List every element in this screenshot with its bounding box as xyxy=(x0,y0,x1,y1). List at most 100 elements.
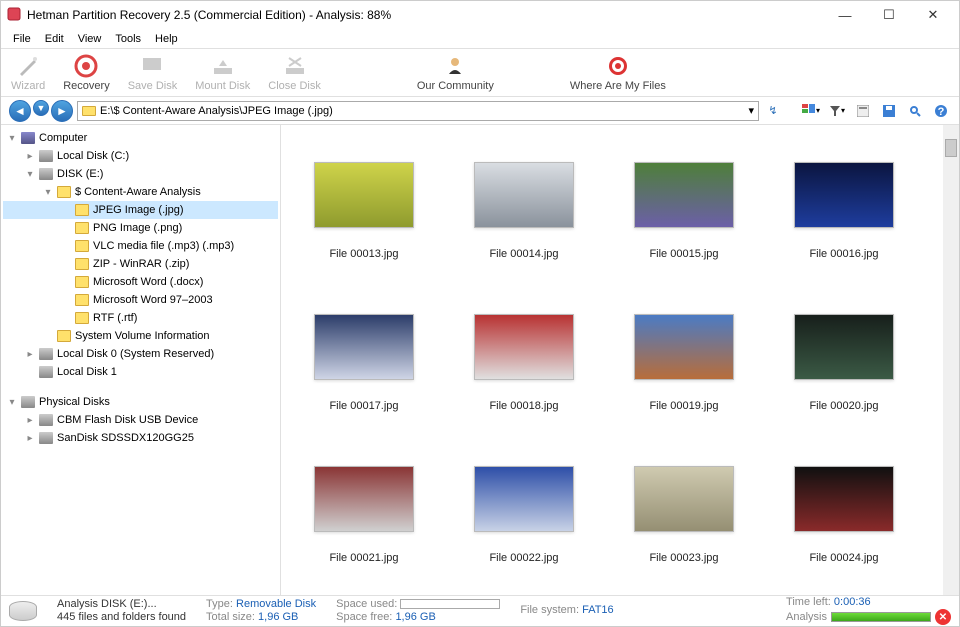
refresh-button[interactable]: ↯ xyxy=(763,101,783,121)
tree-label: Computer xyxy=(39,132,87,144)
toolbar-where-are-my-files[interactable]: Where Are My Files xyxy=(570,54,666,92)
menubar: FileEditViewToolsHelp xyxy=(1,29,959,49)
thumbnail-item[interactable]: File 00022.jpg xyxy=(449,445,599,585)
save-button[interactable] xyxy=(879,101,899,121)
expand-icon[interactable]: ▸ xyxy=(25,349,35,360)
thumbnail-image xyxy=(314,466,414,532)
window-title: Hetman Partition Recovery 2.5 (Commercia… xyxy=(27,8,391,22)
menu-view[interactable]: View xyxy=(72,31,108,47)
menu-file[interactable]: File xyxy=(7,31,37,47)
analysis-progress xyxy=(831,612,931,622)
tree-item[interactable]: ▾ Physical Disks xyxy=(3,393,278,411)
expand-icon[interactable]: ▾ xyxy=(25,169,35,180)
toolbar-our-community[interactable]: Our Community xyxy=(417,54,494,92)
toolbar: WizardRecoverySave DiskMount DiskClose D… xyxy=(1,49,959,97)
tree-label: $ Content-Aware Analysis xyxy=(75,186,201,198)
tree-item[interactable]: Local Disk 1 xyxy=(3,363,278,381)
tree-item[interactable]: JPEG Image (.jpg) xyxy=(3,201,278,219)
filter-button[interactable]: ▾ xyxy=(827,101,847,121)
statusbar: Analysis DISK (E:)... 445 files and fold… xyxy=(1,595,959,625)
tree-label: VLC media file (.mp3) (.mp3) xyxy=(93,240,234,252)
tree-label: Local Disk 1 xyxy=(57,366,117,378)
thumbnail-item[interactable]: File 00016.jpg xyxy=(769,141,919,281)
expand-icon[interactable]: ▸ xyxy=(25,433,35,444)
computer-icon xyxy=(21,132,35,144)
thumbnail-image xyxy=(794,466,894,532)
tree-label: JPEG Image (.jpg) xyxy=(93,204,183,216)
forward-button[interactable]: ► xyxy=(51,100,73,122)
save-disk-icon xyxy=(140,54,164,78)
thumbnail-item[interactable]: File 00024.jpg xyxy=(769,445,919,585)
thumbnail-item[interactable]: File 00018.jpg xyxy=(449,293,599,433)
thumbnail-item[interactable]: File 00020.jpg xyxy=(769,293,919,433)
menu-tools[interactable]: Tools xyxy=(109,31,147,47)
thumbnail-image xyxy=(634,314,734,380)
tree-item[interactable]: ▸SanDisk SDSSDX120GG25 xyxy=(3,429,278,447)
close-disk-icon xyxy=(283,54,307,78)
disk-icon xyxy=(39,348,53,360)
thumbnail-item[interactable]: File 00015.jpg xyxy=(609,141,759,281)
our-community-icon xyxy=(443,54,467,78)
tree-item[interactable]: ▾ Computer xyxy=(3,129,278,147)
help-button[interactable]: ? xyxy=(931,101,951,121)
tree-item[interactable]: ▾DISK (E:) xyxy=(3,165,278,183)
thumbnail-item[interactable]: File 00014.jpg xyxy=(449,141,599,281)
tree-item[interactable]: Microsoft Word (.docx) xyxy=(3,273,278,291)
tree-item[interactable]: ▸ CBM Flash Disk USB Device xyxy=(3,411,278,429)
titlebar: Hetman Partition Recovery 2.5 (Commercia… xyxy=(1,1,959,29)
menu-help[interactable]: Help xyxy=(149,31,184,47)
menu-edit[interactable]: Edit xyxy=(39,31,70,47)
thumbnail-name: File 00017.jpg xyxy=(329,400,398,412)
thumbnail-image xyxy=(314,314,414,380)
maximize-button[interactable]: ☐ xyxy=(867,1,911,29)
tree-item[interactable]: Microsoft Word 97–2003 xyxy=(3,291,278,309)
tree-label: Microsoft Word (.docx) xyxy=(93,276,203,288)
expand-icon[interactable]: ▾ xyxy=(7,133,17,144)
view-mode-button[interactable]: ▾ xyxy=(801,101,821,121)
expand-icon[interactable]: ▾ xyxy=(7,397,17,408)
thumbnail-item[interactable]: File 00017.jpg xyxy=(289,293,439,433)
scrollbar[interactable] xyxy=(943,125,959,595)
toolbar-mount-disk: Mount Disk xyxy=(195,54,250,92)
tree-item[interactable]: System Volume Information xyxy=(3,327,278,345)
chevron-down-icon[interactable]: ▾ xyxy=(748,104,754,117)
history-dropdown[interactable]: ▼ xyxy=(33,100,49,116)
back-button[interactable]: ◄ xyxy=(9,100,31,122)
expand-icon[interactable]: ▾ xyxy=(43,187,53,198)
disk-icon xyxy=(39,150,53,162)
mount-disk-icon xyxy=(211,54,235,78)
options-button[interactable] xyxy=(853,101,873,121)
tree-label: CBM Flash Disk USB Device xyxy=(57,414,198,426)
thumbnail-name: File 00014.jpg xyxy=(489,248,558,260)
thumbnail-item[interactable]: File 00019.jpg xyxy=(609,293,759,433)
tree-item[interactable]: ▸Local Disk 0 (System Reserved) xyxy=(3,345,278,363)
disk-icon xyxy=(39,168,53,180)
tree-item[interactable]: ▾ $ Content-Aware Analysis xyxy=(3,183,278,201)
tree-item[interactable]: PNG Image (.png) xyxy=(3,219,278,237)
path-input[interactable]: E:\$ Content-Aware Analysis\JPEG Image (… xyxy=(77,101,759,121)
search-button[interactable] xyxy=(905,101,925,121)
thumbnail-item[interactable]: File 00021.jpg xyxy=(289,445,439,585)
path-text: E:\$ Content-Aware Analysis\JPEG Image (… xyxy=(100,105,333,117)
stop-button[interactable]: ✕ xyxy=(935,609,951,625)
thumbnail-image xyxy=(634,162,734,228)
tree-label: Local Disk (C:) xyxy=(57,150,129,162)
tree-label: Physical Disks xyxy=(39,396,110,408)
expand-icon[interactable]: ▸ xyxy=(25,415,35,426)
thumbnail-item[interactable]: File 00023.jpg xyxy=(609,445,759,585)
expand-icon[interactable]: ▸ xyxy=(25,151,35,162)
thumbnail-image xyxy=(794,162,894,228)
close-button[interactable]: ✕ xyxy=(911,1,955,29)
folder-icon xyxy=(57,330,71,342)
thumbnail-name: File 00021.jpg xyxy=(329,552,398,564)
tree-item[interactable]: ▸ Local Disk (C:) xyxy=(3,147,278,165)
minimize-button[interactable]: — xyxy=(823,1,867,29)
tree-item[interactable]: RTF (.rtf) xyxy=(3,309,278,327)
thumbnail-item[interactable]: File 00013.jpg xyxy=(289,141,439,281)
folder-icon xyxy=(57,186,71,198)
toolbar-recovery[interactable]: Recovery xyxy=(63,54,109,92)
folder-icon xyxy=(75,276,89,288)
tree-item[interactable]: ZIP - WinRAR (.zip) xyxy=(3,255,278,273)
folder-icon xyxy=(75,312,89,324)
tree-item[interactable]: VLC media file (.mp3) (.mp3) xyxy=(3,237,278,255)
